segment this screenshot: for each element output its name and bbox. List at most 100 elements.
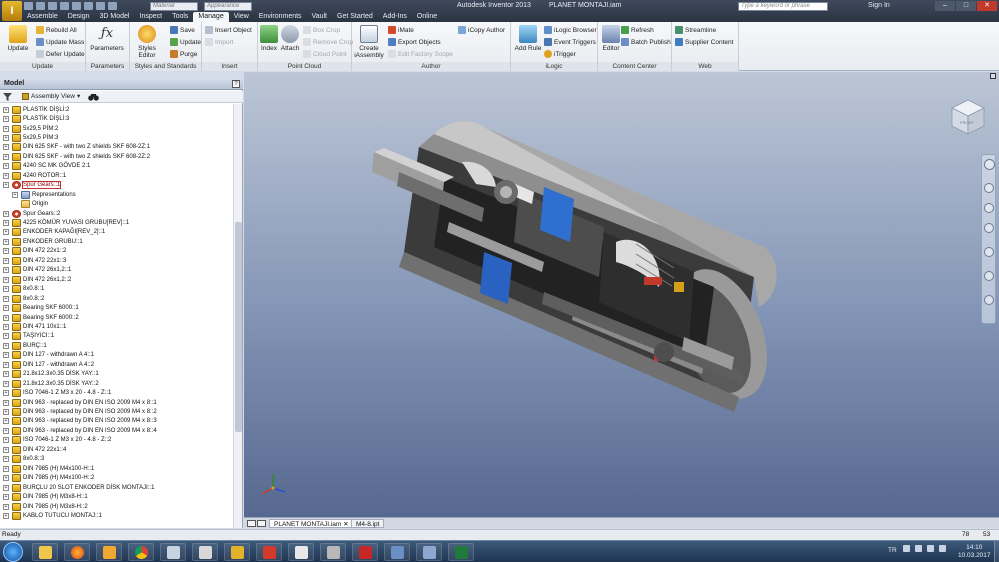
expand-toggle-icon[interactable]: + (3, 475, 9, 482)
search-input[interactable]: Type a keyword or phrase (738, 2, 828, 11)
expand-toggle-icon[interactable]: + (12, 191, 18, 198)
tree-item[interactable]: + ENKODER KAPAĞI[REV_2]::1 (3, 228, 105, 237)
expand-toggle-icon[interactable]: + (3, 456, 9, 463)
save-icon[interactable] (48, 2, 57, 10)
refresh-button[interactable]: Refresh (621, 25, 654, 35)
tab-inspect[interactable]: Inspect (135, 12, 168, 22)
expand-toggle-icon[interactable]: + (3, 238, 9, 245)
expand-toggle-icon[interactable]: + (3, 323, 9, 330)
redo-icon[interactable] (72, 2, 81, 10)
box-crop-button[interactable]: Box Crop (303, 25, 340, 35)
insert-object-button[interactable]: Insert Object (205, 25, 252, 35)
pan-icon[interactable] (984, 183, 994, 193)
viewport-maximize-icon[interactable] (990, 73, 996, 79)
tree-item[interactable]: +5x29,5 PİM:3 (3, 133, 58, 142)
expand-toggle-icon[interactable]: + (3, 182, 9, 189)
expand-toggle-icon[interactable]: + (3, 106, 9, 113)
tree-item[interactable]: +21.8x12.3x0.35 DİSK YAY::1 (3, 370, 99, 379)
steering-wheel-icon[interactable] (984, 159, 995, 170)
clock[interactable]: 14:10 10.03.2017 (958, 544, 991, 560)
taskbar-autocad[interactable] (256, 543, 282, 561)
tree-item[interactable]: +4240 ROTOR::1 (3, 171, 66, 180)
help-icon[interactable]: ? (232, 80, 240, 88)
defer-update-button[interactable]: Defer Update (36, 49, 85, 59)
tree-item[interactable]: + DIN 127 - withdrawn A 4::1 (3, 351, 94, 360)
tree-item[interactable]: + KABLO TUTUCU MONTAJ::1 (3, 511, 102, 520)
event-triggers-button[interactable]: Event Triggers (544, 37, 596, 47)
tab-3d-model[interactable]: 3D Model (95, 12, 135, 22)
expand-toggle-icon[interactable]: + (3, 333, 9, 340)
batch-publish-button[interactable]: Batch Publish (621, 37, 671, 47)
tree-item[interactable]: + Representations (12, 190, 76, 199)
tab-view[interactable]: View (229, 12, 254, 22)
add-rule-button[interactable]: Add Rule (511, 24, 545, 52)
edit-factory-scope-button[interactable]: Edit Factory Scope (388, 49, 453, 59)
tree-item[interactable]: + DIN 7985 (H) M3x8-H::1 (3, 492, 88, 502)
expand-toggle-icon[interactable]: + (3, 342, 9, 349)
taskbar-explorer[interactable] (32, 543, 58, 561)
expand-toggle-icon[interactable]: + (3, 144, 9, 151)
tree-item[interactable]: + DIN 7985 (H) M3x8-H::2 (3, 502, 88, 511)
graphics-viewport[interactable]: FRONT (244, 72, 999, 517)
expand-toggle-icon[interactable]: + (3, 380, 9, 387)
tree-item[interactable]: +5x29,5 PİM:2 (3, 124, 58, 133)
volume-icon[interactable] (927, 545, 934, 552)
flag-icon[interactable] (939, 545, 946, 552)
expand-toggle-icon[interactable]: + (3, 267, 9, 274)
ilogic-browser-button[interactable]: iLogic Browser (544, 25, 597, 35)
parameters-button[interactable]: ƒx Parameters (90, 24, 124, 52)
tree-item[interactable]: +4225 KÖMÜR YUVASI GRUBU[REV]::1 (3, 218, 129, 228)
taskbar-app-5[interactable] (416, 543, 442, 561)
styles-save-button[interactable]: Save (170, 25, 195, 35)
tree-item[interactable]: + DIN 127 - withdrawn A 4::2 (3, 360, 94, 369)
tab-vault[interactable]: Vault (307, 12, 332, 22)
expand-toggle-icon[interactable]: + (3, 361, 9, 368)
tree-item[interactable]: + ENKODER GRUBU::1 (3, 237, 83, 246)
tray-arrow-icon[interactable] (903, 545, 910, 552)
expand-toggle-icon[interactable]: + (3, 494, 9, 501)
export-objects-button[interactable]: Export Objects (388, 37, 441, 47)
home-icon[interactable] (84, 2, 93, 10)
tree-item[interactable]: + DIN 472 26x1,2::1 (3, 266, 71, 275)
tree-item[interactable]: + DIN 472 22x1::2 (3, 247, 66, 256)
update-mass-button[interactable]: Update Mass (36, 37, 84, 47)
taskbar-app[interactable] (160, 543, 186, 561)
taskbar-inventor-1[interactable] (192, 543, 218, 561)
taskbar-acrobat[interactable] (352, 543, 378, 561)
material-select[interactable]: Material (150, 2, 198, 11)
tab-environments[interactable]: Environments (254, 12, 307, 22)
styles-editor-button[interactable]: Styles Editor (130, 24, 164, 59)
minimize-icon[interactable]: – (935, 1, 955, 11)
maximize-icon[interactable]: □ (956, 1, 976, 11)
app-logo[interactable]: I (2, 1, 22, 21)
tree-item[interactable]: + DIN 471 10x1::1 (3, 322, 66, 331)
taskbar-outlook[interactable] (96, 543, 122, 561)
expand-toggle-icon[interactable]: + (3, 399, 9, 406)
imate-button[interactable]: iMate (388, 25, 414, 35)
taskbar-app-4[interactable] (384, 543, 410, 561)
tree-item[interactable]: + PLASTİK DİŞLİ:3 (3, 114, 69, 124)
expand-toggle-icon[interactable]: + (3, 229, 9, 236)
tree-item[interactable]: +8x0.8::2 (3, 294, 44, 303)
tree-item[interactable]: + ISO 7046-1 Z M3 x 20 - 4.8 - Z::1 (3, 389, 111, 398)
import-button[interactable]: Import (205, 37, 233, 47)
taskbar-excel[interactable] (448, 543, 474, 561)
styles-update-button[interactable]: Update (170, 37, 201, 47)
zoom-icon[interactable] (984, 203, 994, 213)
expand-toggle-icon[interactable]: + (3, 484, 9, 491)
tree-item[interactable]: + PLASTİK DİŞLİ:2 (3, 105, 69, 114)
expand-toggle-icon[interactable]: + (3, 371, 9, 378)
orbit-icon[interactable] (984, 223, 994, 233)
look-at-icon[interactable] (984, 247, 994, 257)
expand-toggle-icon[interactable]: + (3, 409, 9, 416)
tree-item[interactable]: + DIN 625 SKF - with two Z shields SKF 60… (3, 152, 150, 161)
expand-toggle-icon[interactable]: + (3, 248, 9, 255)
start-button[interactable] (3, 542, 23, 562)
update-icon[interactable] (96, 2, 105, 10)
browser-title[interactable]: Model (4, 80, 24, 87)
expand-toggle-icon[interactable]: + (3, 503, 9, 510)
supplier-content-button[interactable]: Supplier Content (675, 37, 733, 47)
new-icon[interactable] (24, 2, 33, 10)
expand-toggle-icon[interactable]: + (3, 512, 9, 519)
viewcube[interactable]: FRONT (949, 98, 987, 136)
